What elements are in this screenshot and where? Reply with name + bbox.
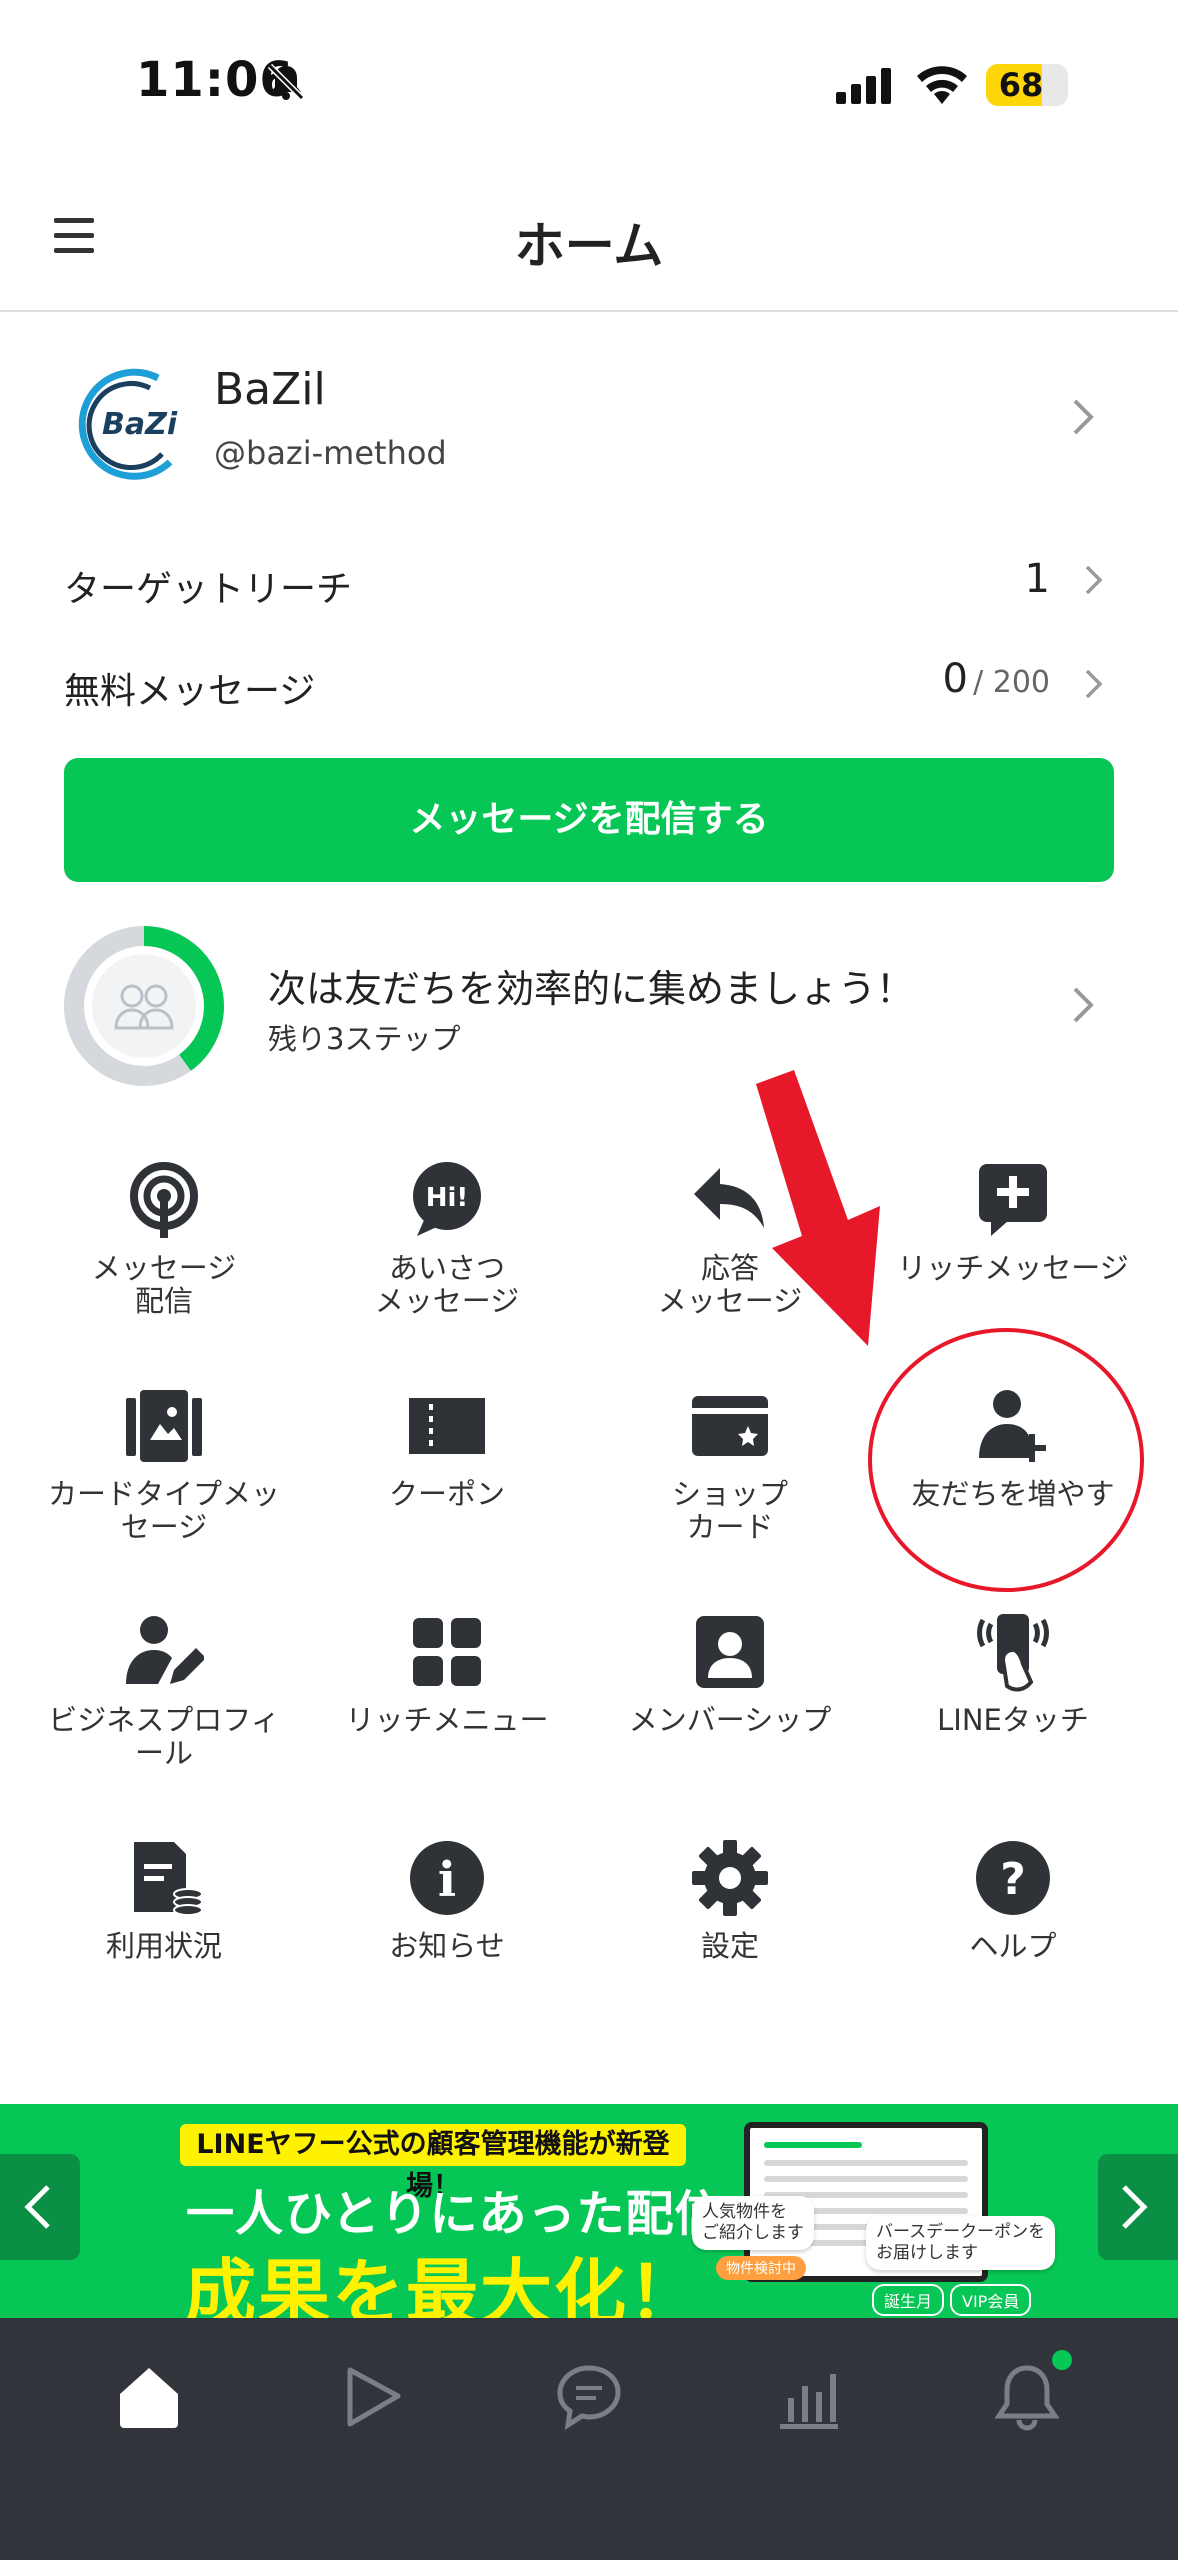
free-messages-total: / 200 [973, 665, 1050, 700]
onboarding-steps-remaining: 残り3ステップ [268, 1022, 461, 1056]
onboarding-progress-ring [62, 924, 226, 1088]
menu-rich-menu[interactable]: リッチメニュー [300, 1612, 594, 1812]
header-divider [0, 310, 1178, 312]
onboarding-chevron-icon[interactable] [1072, 986, 1096, 1024]
notification-badge [1052, 2350, 1072, 2370]
account-avatar[interactable]: BaZi [66, 362, 190, 486]
menu-help[interactable]: ? ヘルプ [866, 1838, 1160, 2038]
menu-settings[interactable]: 設定 [583, 1838, 877, 2038]
menu-label: 設定 [700, 1929, 759, 1963]
target-reach-chevron-icon[interactable] [1084, 564, 1104, 596]
menu-business-profile[interactable]: ビジネスプロフィ ール [17, 1612, 311, 1812]
help-icon: ? [973, 1838, 1053, 1918]
menu-message-broadcast[interactable]: メッセージ 配信 [17, 1160, 311, 1360]
red-circle-annotation [868, 1328, 1144, 1592]
free-messages-chevron-icon[interactable] [1084, 668, 1104, 700]
menu-label: お知らせ [389, 1929, 505, 1963]
logo-text: BaZi [102, 407, 178, 442]
menu-label: メンバーシップ [628, 1703, 832, 1737]
target-reach-label: ターゲットリーチ [64, 569, 353, 610]
hi-bubble-icon: Hi! [407, 1160, 487, 1240]
menu-label: LINEタッチ [937, 1703, 1089, 1737]
free-messages-value: 0 [942, 656, 968, 702]
menu-card-type-message[interactable]: カードタイプメッ セージ [17, 1386, 311, 1586]
page-title: ホーム [514, 217, 664, 275]
broadcast-icon [124, 1160, 204, 1240]
menu-label: カードタイプメッ セージ [47, 1477, 280, 1544]
usage-icon [124, 1838, 204, 1918]
menu-coupon[interactable]: クーポン [300, 1386, 594, 1586]
wifi-icon [914, 60, 970, 106]
banner-tag-considering: 物件検討中 [716, 2256, 806, 2280]
banner-bubble-birthday: バースデークーポンを お届けします [866, 2216, 1056, 2270]
menu-label: あいさつ メッセージ [374, 1251, 520, 1318]
banner-tag-birth-month: 誕生月 [872, 2284, 945, 2316]
membership-icon [690, 1612, 770, 1692]
svg-text:?: ? [1000, 1854, 1026, 1905]
shop-card-icon [690, 1386, 770, 1466]
battery-indicator: 68 [986, 64, 1068, 106]
menu-label: メッセージ 配信 [91, 1251, 237, 1318]
chat-tab-icon[interactable] [554, 2362, 624, 2432]
bottom-tab-bar [0, 2318, 1178, 2560]
analytics-tab-icon[interactable] [774, 2362, 844, 2432]
battery-level: 68 [998, 66, 1044, 104]
play-tab-icon[interactable] [336, 2362, 406, 2432]
rich-menu-icon [407, 1612, 487, 1692]
red-arrow-annotation [750, 1068, 900, 1348]
plus-bubble-icon [973, 1160, 1053, 1240]
promo-banner[interactable]: LINEヤフー公式の顧客管理機能が新登場！ 一人ひとりにあった配信で 成果を最大… [0, 2104, 1178, 2318]
free-messages-counter: 0 / 200 [943, 656, 1050, 702]
account-name: BaZil [214, 364, 326, 415]
menu-label: クーポン [388, 1477, 505, 1511]
gear-icon [690, 1838, 770, 1918]
free-messages-label: 無料メッセージ [64, 671, 316, 712]
menu-shop-card[interactable]: ショップ カード [583, 1386, 877, 1586]
home-tab-icon[interactable] [114, 2362, 184, 2432]
notifications-tab-icon[interactable] [992, 2362, 1062, 2432]
target-reach-value: 1 [1024, 556, 1050, 602]
menu-membership[interactable]: メンバーシップ [583, 1612, 877, 1812]
svg-text:i: i [438, 1852, 456, 1908]
cellular-signal-icon [836, 66, 894, 106]
card-type-icon [124, 1386, 204, 1466]
svg-text:Hi!: Hi! [426, 1183, 469, 1213]
banner-bubble-property: 人気物件を ご紹介します [692, 2196, 814, 2250]
menu-label: ビジネスプロフィ ール [48, 1703, 280, 1770]
onboarding-title: 次は友だちを効率的に集めましょう！ [268, 967, 915, 1011]
line-touch-icon [973, 1612, 1053, 1692]
menu-label: リッチメニュー [345, 1703, 549, 1737]
banner-strip: LINEヤフー公式の顧客管理機能が新登場！ [180, 2124, 686, 2202]
menu-label: ヘルプ [969, 1929, 1057, 1963]
info-icon: i [407, 1838, 487, 1918]
banner-next-button[interactable] [1098, 2154, 1178, 2260]
send-message-button[interactable]: メッセージを配信する [64, 758, 1114, 882]
menu-greeting-message[interactable]: Hi! あいさつ メッセージ [300, 1160, 594, 1360]
banner-prev-button[interactable] [0, 2154, 80, 2260]
coupon-icon [407, 1386, 487, 1466]
menu-label: リッチメッセージ [897, 1251, 1129, 1285]
banner-tag-vip: VIP会員 [950, 2284, 1032, 2316]
banner-main-text: 成果を最大化！ [184, 2251, 703, 2318]
menu-notices[interactable]: i お知らせ [300, 1838, 594, 2038]
account-id: @bazi-method [214, 434, 447, 472]
account-chevron-icon[interactable] [1072, 398, 1096, 436]
menu-usage-status[interactable]: 利用状況 [17, 1838, 311, 2038]
menu-label: ショップ カード [671, 1477, 788, 1544]
bell-muted-icon [266, 62, 306, 102]
menu-label: 利用状況 [105, 1929, 222, 1963]
menu-line-touch[interactable]: LINEタッチ [866, 1612, 1160, 1812]
business-profile-icon [124, 1612, 206, 1692]
